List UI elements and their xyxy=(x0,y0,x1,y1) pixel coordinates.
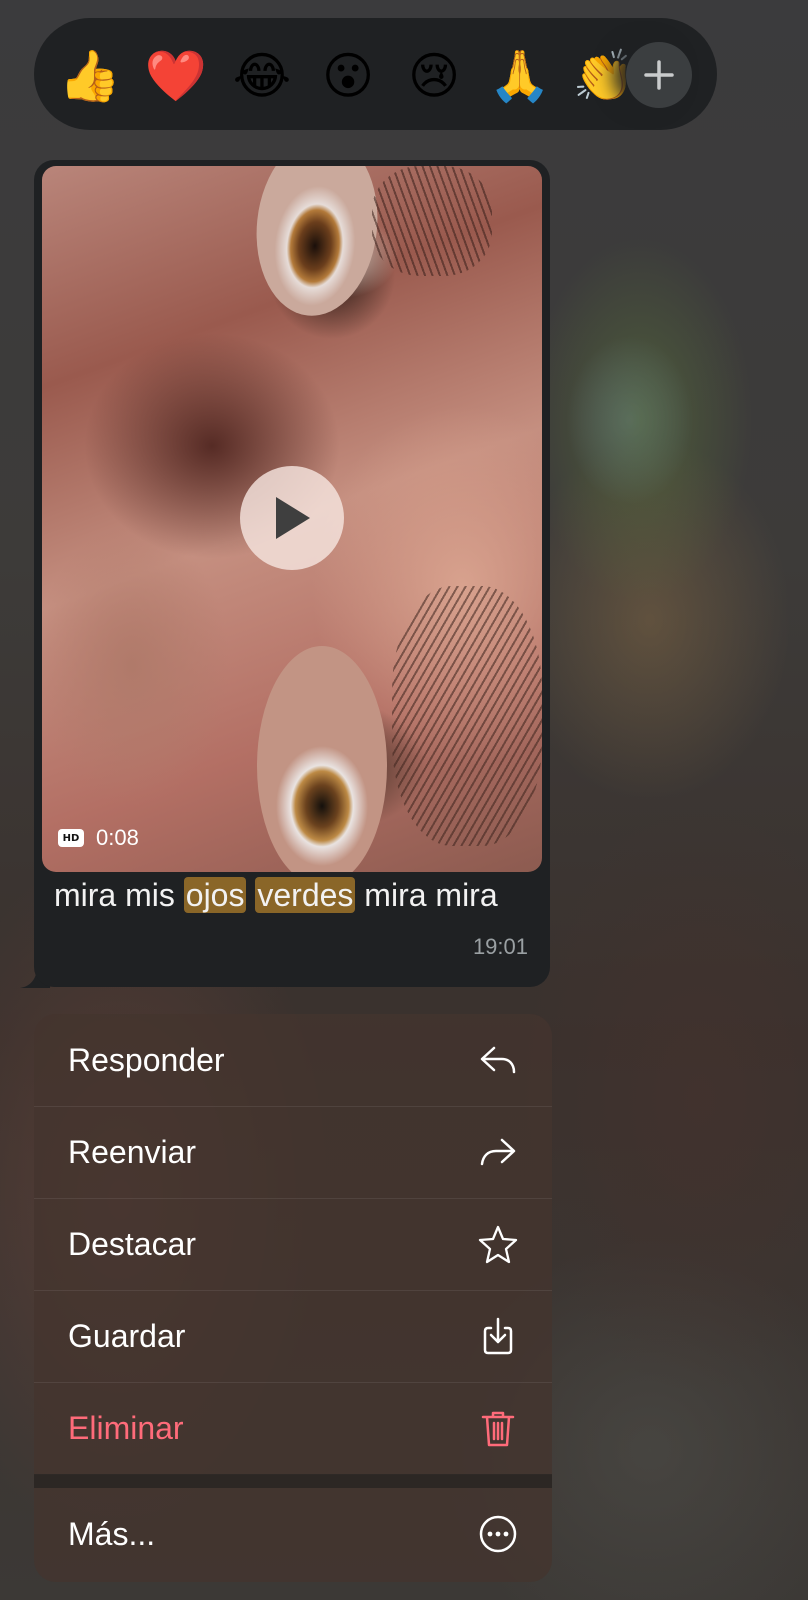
eyebrow-top xyxy=(372,166,492,276)
hd-badge: HD xyxy=(58,829,84,847)
menu-item-label: Destacar xyxy=(68,1225,197,1262)
star-icon xyxy=(478,1225,518,1264)
reaction-clapping[interactable]: 👏 xyxy=(573,46,635,106)
highlighted-word: verdes xyxy=(255,877,356,913)
reaction-bar: 👍 ❤️ 😂 😮 😢 🙏 👏 xyxy=(34,18,717,130)
menu-separator xyxy=(34,1474,552,1488)
reaction-folded-hands[interactable]: 🙏 xyxy=(489,46,551,106)
message-bubble[interactable]: HD 0:08 mira mis ojos verdes mira mira 1… xyxy=(34,160,550,987)
plus-icon xyxy=(644,60,674,90)
more-icon xyxy=(479,1515,517,1553)
reply-icon xyxy=(480,1046,516,1074)
caption-text: mira mis xyxy=(54,877,184,913)
caption-text: mira mira xyxy=(355,877,498,913)
message-timestamp: 19:01 xyxy=(472,934,528,959)
menu-item-reply[interactable]: Responder xyxy=(34,1014,552,1107)
menu-item-label: Más... xyxy=(68,1515,156,1552)
more-reactions-button[interactable] xyxy=(626,42,692,108)
eye-top xyxy=(247,166,387,322)
menu-item-forward[interactable]: Reenviar xyxy=(34,1106,552,1199)
menu-item-label: Eliminar xyxy=(68,1409,184,1446)
video-thumbnail[interactable]: HD 0:08 xyxy=(42,166,542,872)
play-button[interactable] xyxy=(240,466,344,570)
reaction-crying[interactable]: 😢 xyxy=(404,46,464,106)
reaction-surprised[interactable]: 😮 xyxy=(318,46,378,106)
forward-icon xyxy=(480,1138,516,1166)
reaction-tears-of-joy[interactable]: 😂 xyxy=(232,46,292,106)
trash-icon xyxy=(481,1411,515,1447)
eye-bottom xyxy=(257,646,387,872)
save-icon xyxy=(483,1317,513,1355)
context-menu: Responder Reenviar Destacar Guardar Elim… xyxy=(34,1014,552,1582)
menu-item-delete[interactable]: Eliminar xyxy=(34,1382,552,1475)
menu-item-star[interactable]: Destacar xyxy=(34,1198,552,1291)
menu-item-label: Guardar xyxy=(68,1317,186,1354)
reaction-heart[interactable]: ❤️ xyxy=(145,46,207,106)
message-caption: mira mis ojos verdes mira mira xyxy=(54,872,524,918)
menu-item-save[interactable]: Guardar xyxy=(34,1290,552,1383)
menu-item-more[interactable]: Más... xyxy=(34,1488,552,1580)
play-icon xyxy=(276,497,310,539)
eyebrow xyxy=(392,586,542,846)
reaction-thumbs-up[interactable]: 👍 xyxy=(59,46,121,106)
menu-item-label: Responder xyxy=(68,1041,225,1078)
video-duration: 0:08 xyxy=(96,825,139,850)
highlighted-word: ojos xyxy=(183,877,247,913)
menu-item-label: Reenviar xyxy=(68,1133,197,1170)
